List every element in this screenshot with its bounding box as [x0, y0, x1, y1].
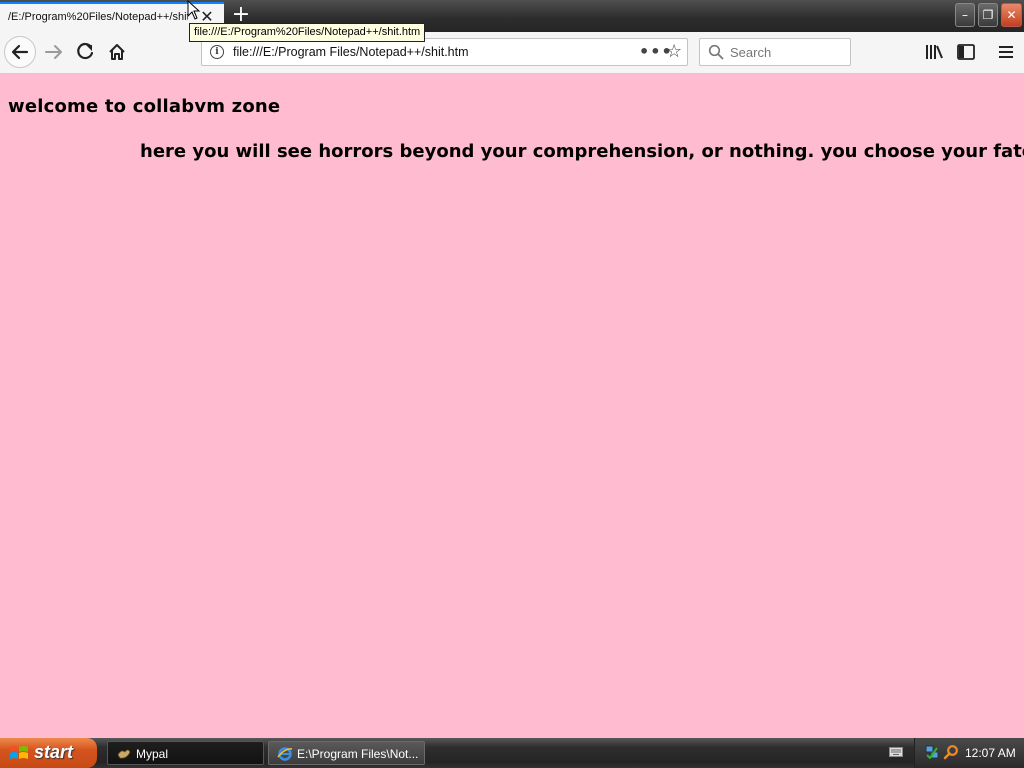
- hamburger-menu-icon[interactable]: [996, 43, 1016, 61]
- clock[interactable]: 12:07 AM: [965, 746, 1016, 760]
- mouse-cursor-icon: [187, 0, 201, 20]
- close-window-button[interactable]: ✕: [1001, 3, 1022, 27]
- page-content: welcome to collabvm zone here you will s…: [0, 74, 1024, 738]
- network-icon[interactable]: [925, 745, 939, 759]
- page-heading: welcome to collabvm zone: [8, 96, 281, 117]
- keyboard-icon[interactable]: [889, 746, 903, 758]
- tab-title: /E:/Program%20Files/Notepad++/shit.htm: [8, 11, 188, 23]
- taskbar-item-explorer[interactable]: E:\Program Files\Not...: [268, 741, 425, 765]
- forward-button[interactable]: [38, 36, 70, 68]
- mypal-icon: [117, 749, 131, 759]
- bookmark-star-icon[interactable]: ☆: [666, 41, 682, 62]
- system-tray: 12:07 AM: [914, 738, 1024, 768]
- address-bar[interactable]: i file:///E:/Program Files/Notepad++/shi…: [201, 38, 688, 66]
- sidebar-toggle-icon[interactable]: [956, 43, 976, 61]
- back-arrow-icon: [11, 44, 29, 60]
- minimize-button[interactable]: –: [955, 3, 975, 27]
- reload-button[interactable]: [70, 36, 102, 68]
- navigation-toolbar: i file:///E:/Program Files/Notepad++/shi…: [0, 32, 1024, 74]
- search-input[interactable]: [730, 43, 845, 61]
- taskbar-item-label: E:\Program Files\Not...: [297, 747, 419, 761]
- ie-icon: [277, 747, 293, 761]
- library-icon[interactable]: [924, 43, 944, 61]
- title-bar: /E:/Program%20Files/Notepad++/shit.htm ✕…: [0, 0, 1024, 32]
- search-bar[interactable]: [699, 38, 851, 66]
- windows-logo-icon: [10, 746, 28, 759]
- back-button[interactable]: [4, 36, 36, 68]
- taskbar-item-label: Mypal: [136, 747, 169, 761]
- search-icon: [708, 44, 724, 60]
- taskbar: start Mypal E:\Program Files\Not... 12:0…: [0, 738, 1024, 768]
- start-button[interactable]: start: [0, 738, 97, 768]
- maximize-button[interactable]: ❐: [978, 3, 998, 27]
- home-button[interactable]: [101, 36, 133, 68]
- reload-icon: [77, 42, 94, 60]
- url-tooltip: file:///E:/Program%20Files/Notepad++/shi…: [189, 23, 426, 42]
- forward-arrow-icon: [45, 45, 62, 59]
- home-icon: [109, 44, 125, 60]
- page-text: here you will see horrors beyond your co…: [140, 141, 1024, 162]
- start-label: start: [34, 742, 74, 762]
- site-info-icon[interactable]: i: [210, 45, 224, 59]
- search-tray-icon[interactable]: [943, 744, 959, 760]
- url-text[interactable]: file:///E:/Program Files/Notepad++/shit.…: [233, 45, 469, 59]
- taskbar-item-mypal[interactable]: Mypal: [107, 741, 264, 765]
